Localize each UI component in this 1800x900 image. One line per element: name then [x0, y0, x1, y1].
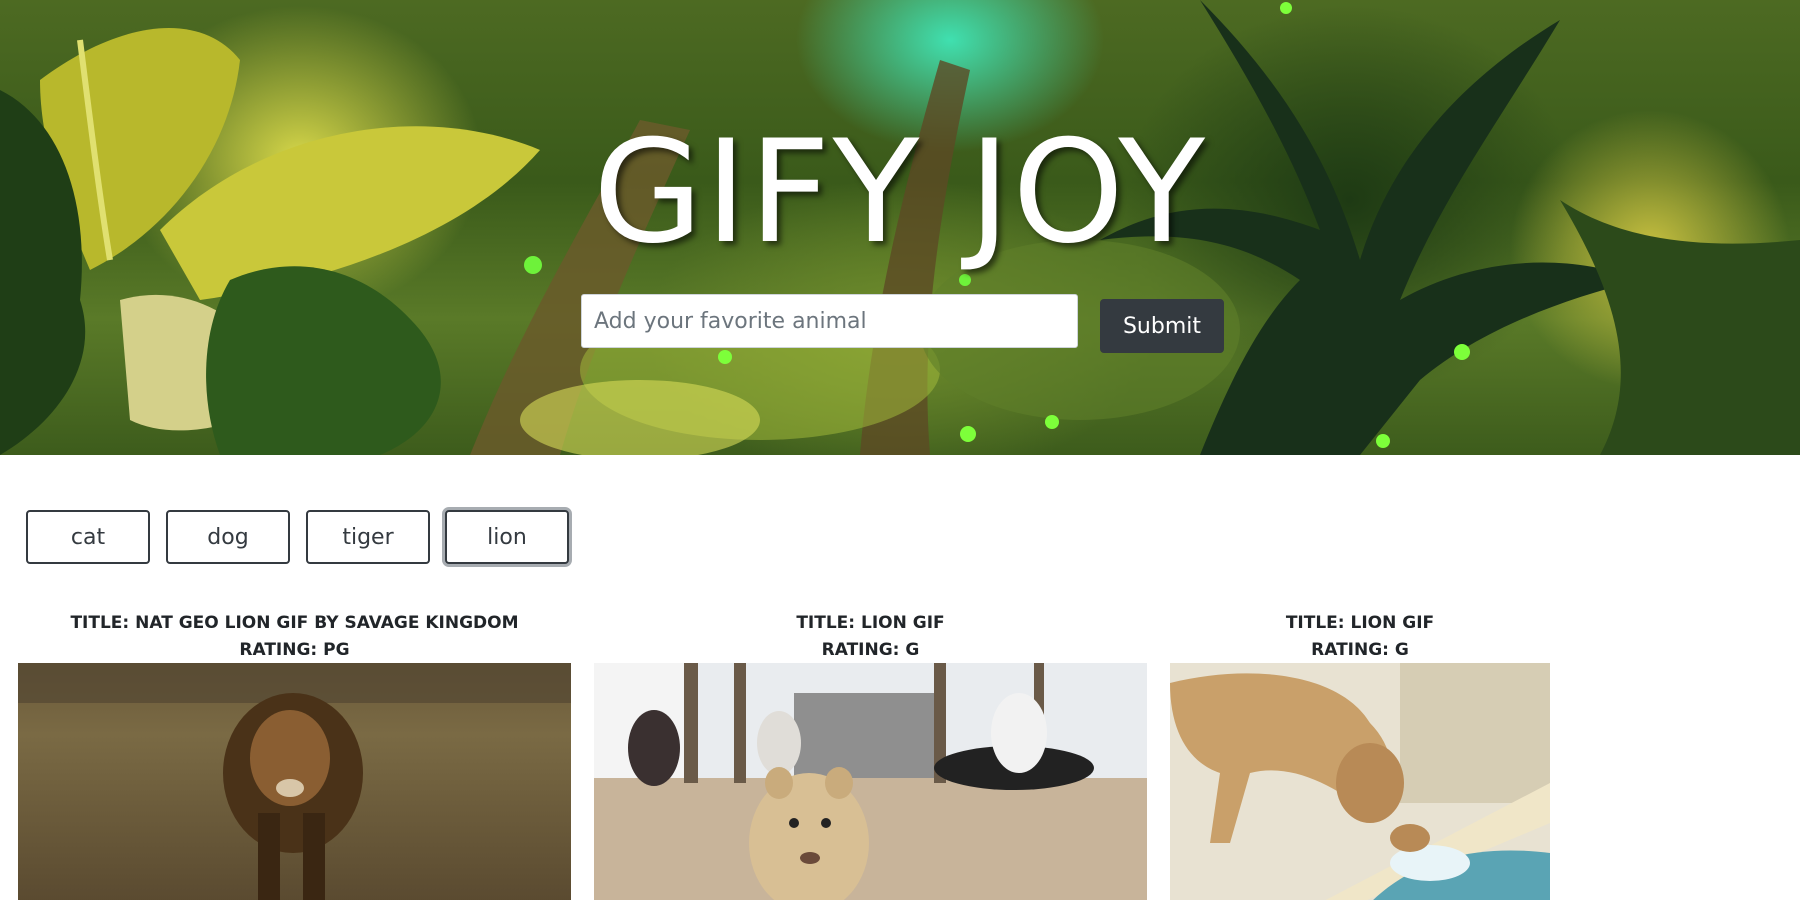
lion-water-image — [1170, 663, 1550, 900]
gif-rating: RATING: PG — [239, 640, 350, 660]
gif-rating: RATING: G — [1311, 640, 1409, 660]
animal-button-cat[interactable]: cat — [26, 510, 150, 564]
gif-card: TITLE: LION GIF RATING: G — [594, 610, 1147, 900]
animal-button-tiger[interactable]: tiger — [306, 510, 430, 564]
lion-walking-image — [18, 663, 571, 900]
gif-title: TITLE: NAT GEO LION GIF BY SAVAGE KINGDO… — [70, 613, 519, 633]
gif-card: TITLE: NAT GEO LION GIF BY SAVAGE KINGDO… — [18, 610, 571, 900]
animal-button-dog[interactable]: dog — [166, 510, 290, 564]
gif-image[interactable] — [1170, 663, 1550, 900]
gif-title: TITLE: LION GIF — [1285, 613, 1435, 633]
gif-image[interactable] — [18, 663, 571, 900]
animal-button-lion[interactable]: lion — [445, 510, 569, 564]
gif-card: TITLE: LION GIF RATING: G — [1170, 610, 1550, 900]
page-title: GIFY JOY — [592, 110, 1208, 275]
submit-button[interactable]: Submit — [1100, 299, 1224, 353]
gif-rating: RATING: G — [821, 640, 920, 660]
hero-banner: GIFY JOY — [0, 0, 1800, 455]
gif-image[interactable] — [594, 663, 1147, 900]
animal-search-input[interactable] — [581, 294, 1078, 348]
gif-title: TITLE: LION GIF — [796, 613, 945, 633]
lion-cub-image — [594, 663, 1147, 900]
